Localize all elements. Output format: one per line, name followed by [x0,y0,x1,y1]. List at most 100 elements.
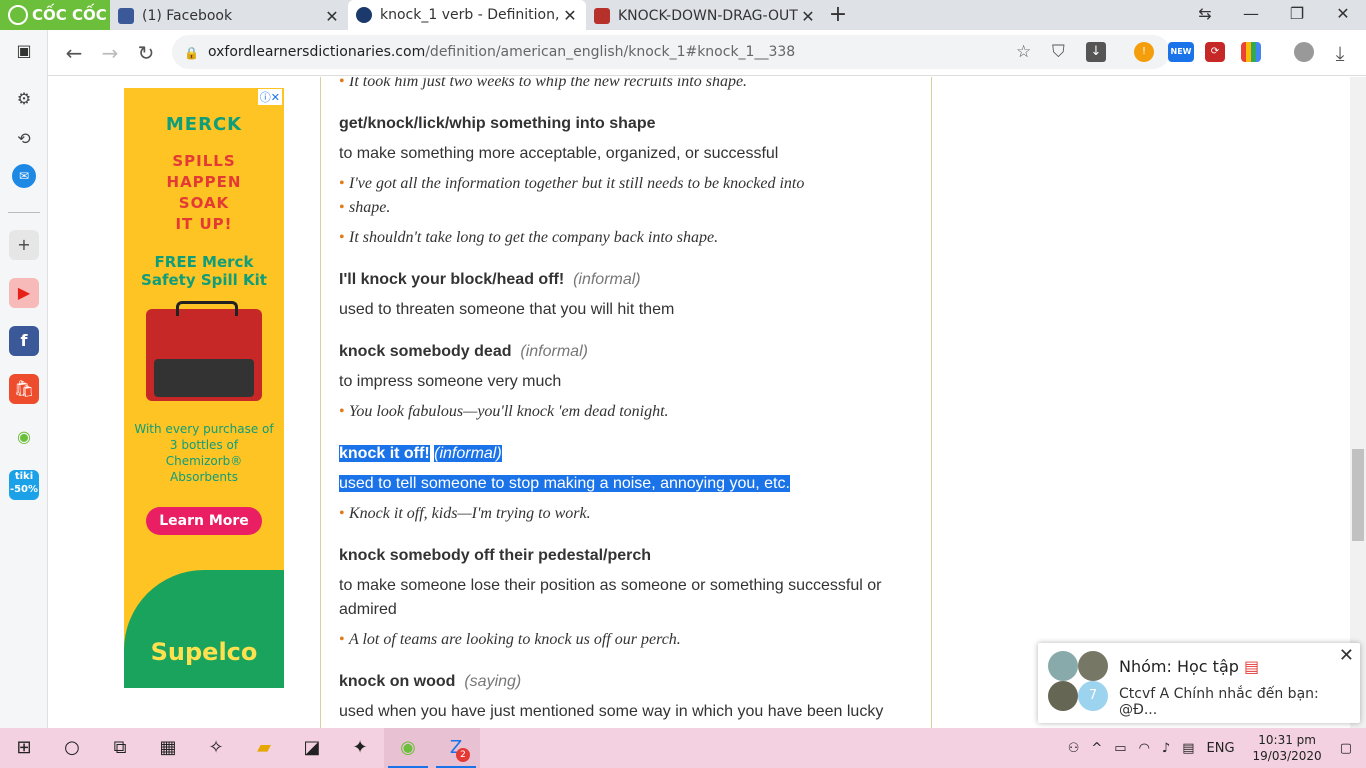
idiom-text: knock it off! [339,445,430,462]
ad-slogan-line: SOAK [178,194,230,212]
time: 10:31 pm [1258,733,1316,747]
idiom-text: knock somebody dead [339,343,512,360]
system-tray: ⚇ ^ ▭ ◠ ♪ ▤ ENG 10:31 pm 19/03/2020 ▢ [1062,728,1366,768]
web-page: ⓘ✕ MERCK SPILLS HAPPEN SOAK IT UP! FREE … [48,77,1350,728]
reload-button[interactable]: ↻ [128,41,164,65]
close-icon[interactable]: ✕ [1339,645,1354,666]
people-icon[interactable]: ⚇ [1068,741,1080,756]
scrollbar-thumb[interactable] [1352,449,1364,541]
minimize-button[interactable]: — [1228,0,1274,30]
bookmark-star-icon[interactable]: ☆ [1016,42,1031,62]
chevron-up-icon[interactable]: ^ [1091,741,1102,756]
dictionary-entry: It took him just two weeks to whip the n… [320,77,932,728]
register-label: (informal) [520,343,588,360]
learn-more-button[interactable]: Learn More [146,507,262,535]
notification-title-text: Nhóm: Học tập [1119,657,1239,676]
close-icon[interactable]: ✕ [324,7,340,26]
url-domain: oxfordlearnersdictionaries.com [208,44,426,60]
tab-title: (1) Facebook [142,8,233,24]
download-page-icon[interactable]: ↓ [1086,42,1106,62]
coccoc-icon[interactable]: ◉ [9,422,39,452]
definition-selected[interactable]: used to tell someone to stop making a no… [339,475,790,493]
profile-avatar[interactable] [1294,42,1314,62]
sticky-notes-icon[interactable]: ◪ [288,728,336,768]
example-sentence: It shouldn't take long to get the compan… [339,229,718,247]
app-icon[interactable]: ▦ [144,728,192,768]
tab-oxford[interactable]: knock_1 verb - Definition, pictures ✕ [348,0,586,30]
coccoc-taskbar-icon[interactable]: ◉ [384,728,432,768]
ad-brand: MERCK [165,114,243,135]
tab-bar: CỐC CỐC (1) Facebook ✕ knock_1 verb - De… [0,0,1366,30]
close-window-button[interactable]: ✕ [1320,0,1366,30]
back-button[interactable]: ← [56,41,92,65]
extension-info-icon[interactable]: ! [1134,42,1154,62]
address-bar[interactable]: 🔒 oxfordlearnersdictionaries.com/definit… [172,35,1170,69]
close-icon[interactable]: ✕ [800,7,816,26]
notification-center-icon[interactable]: ▢ [1340,741,1352,756]
sidebar-divider [8,212,40,213]
advertisement[interactable]: ⓘ✕ MERCK SPILLS HAPPEN SOAK IT UP! FREE … [124,88,284,688]
extension-red-icon[interactable]: ⟳ [1205,42,1225,62]
ad-offer: FREE Merck Safety Spill Kit [124,253,284,289]
clock[interactable]: 10:31 pm 19/03/2020 [1253,732,1322,764]
definition-text: used to tell someone to stop making a no… [339,475,790,492]
downloads-icon[interactable]: ⤓ [1322,41,1358,65]
volume-icon[interactable]: ♪ [1162,741,1170,756]
tab-cambridge[interactable]: KNOCK-DOWN-DRAG-OUT | Cambridge ✕ [586,2,824,30]
tiki-icon[interactable]: tiki -50% [9,470,39,500]
add-icon[interactable]: + [9,230,39,260]
ad-slogan-line: HAPPEN [166,173,242,191]
notebook-icon: ▤ [1244,657,1260,676]
ad-purchase-text: With every purchase of 3 bottles of Chem… [134,422,274,484]
brand-name: CỐC CỐC [32,6,107,24]
search-icon[interactable]: ○ [48,728,96,768]
idiom-heading-selected[interactable]: knock it off! (informal) [339,445,502,463]
file-explorer-icon[interactable]: ▰ [240,728,288,768]
shield-icon[interactable]: ⛉ [1052,42,1065,62]
youtube-icon[interactable]: ▶ [9,278,39,308]
shopee-icon[interactable]: 🛍 [9,374,39,404]
member-count: 7 [1078,681,1108,711]
windows-start-icon[interactable]: ⊞ [0,728,48,768]
sidebar: ▣ ⚙ ⟲ ✉ + ▶ f 🛍 ◉ tiki -50% [0,30,48,728]
language-indicator[interactable]: ENG [1207,741,1235,756]
history-icon[interactable]: ⟲ [9,124,39,154]
window-controls: ⇆ — ❐ ✕ [1182,0,1366,30]
register-label: (saying) [464,673,522,690]
ad-choices-icon[interactable]: ⓘ✕ [257,89,282,105]
new-tab-button[interactable]: + [824,2,852,30]
idiom-text: I'll knock your block/head off! [339,271,565,288]
messenger-icon[interactable]: ✉ [12,164,36,188]
definition: to make someone lose their position as s… [339,577,882,594]
close-icon[interactable]: ✕ [562,6,578,25]
display-icon[interactable]: ▤ [1182,741,1194,756]
task-view-icon[interactable]: ⧉ [96,728,144,768]
definition: admired [339,601,397,618]
power-icon[interactable]: ▭ [1114,741,1126,756]
idiom-heading: knock somebody dead (informal) [339,343,588,361]
zalo-notification[interactable]: 7 Nhóm: Học tập ▤ Ctcvf A Chính nhắc đến… [1038,643,1360,723]
coccoc-brand[interactable]: CỐC CỐC [0,0,110,30]
ad-offer-line: FREE Merck [154,253,254,271]
settings-icon[interactable]: ⚙ [9,84,39,114]
idiom-heading: I'll knock your block/head off! (informa… [339,271,641,289]
app-icon[interactable]: ✦ [336,728,384,768]
tab-facebook[interactable]: (1) Facebook ✕ [110,2,348,30]
page-scrollbar[interactable] [1350,77,1366,728]
extension-colors-icon[interactable] [1241,42,1261,62]
example-sentence: Knock it off, kids—I'm trying to work. [339,505,591,523]
facebook-icon [118,8,134,24]
app-icon[interactable]: ✧ [192,728,240,768]
spill-kit-image [146,301,262,401]
new-badge-icon[interactable]: NEW [1168,42,1194,62]
restore-tabs-icon[interactable]: ⇆ [1182,0,1228,30]
example-sentence: A lot of teams are looking to knock us o… [339,631,681,649]
forward-button[interactable]: → [92,41,128,65]
maximize-button[interactable]: ❐ [1274,0,1320,30]
facebook-icon[interactable]: f [9,326,39,356]
sidebar-toggle-icon[interactable]: ▣ [9,36,39,66]
zalo-taskbar-icon[interactable]: Z2 [432,728,480,768]
idiom-text: knock on wood [339,673,456,690]
wifi-icon[interactable]: ◠ [1139,741,1150,756]
ad-footer-brand: Supelco [150,638,258,666]
